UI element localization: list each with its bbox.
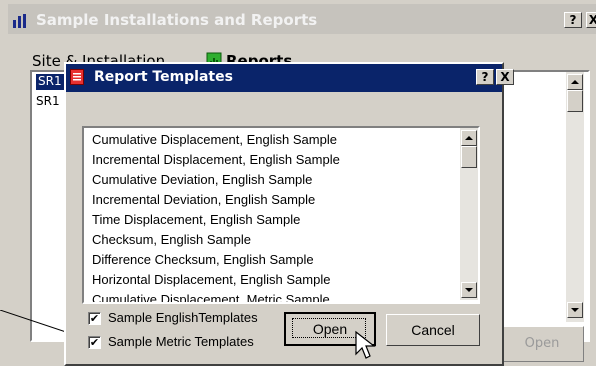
english-templates-checkbox[interactable]: ✔	[88, 312, 101, 325]
list-item[interactable]: Time Displacement, English Sample	[92, 212, 300, 227]
dialog-help-button[interactable]: ?	[476, 69, 494, 85]
scroll-up-button[interactable]	[567, 74, 583, 90]
back-help-button[interactable]: ?	[564, 12, 582, 28]
mouse-cursor-icon	[355, 330, 376, 359]
arrow-down-icon	[465, 288, 473, 292]
bar-chart-icon	[13, 14, 26, 28]
list-item[interactable]: Checksum, English Sample	[92, 232, 251, 247]
dialog-close-button[interactable]: X	[496, 69, 514, 85]
list-item[interactable]: Difference Checksum, English Sample	[92, 252, 314, 267]
template-list[interactable]: Cumulative Displacement, English Sample …	[82, 126, 480, 304]
list-item[interactable]: SR1	[36, 94, 60, 108]
back-window-title: Sample Installations and Reports	[36, 11, 318, 29]
list-item[interactable]: Incremental Deviation, English Sample	[92, 192, 315, 207]
english-templates-label[interactable]: Sample EnglishTemplates	[108, 310, 258, 325]
list-item[interactable]: Incremental Displacement, English Sample	[92, 152, 340, 167]
list-item[interactable]: Cumulative Deviation, English Sample	[92, 172, 312, 187]
back-close-button[interactable]: X	[586, 12, 596, 28]
arrow-up-icon	[571, 80, 579, 84]
list-item[interactable]: Cumulative Displacement, Metric Sample	[92, 292, 330, 302]
scroll-thumb[interactable]	[461, 146, 477, 168]
metric-templates-label[interactable]: Sample Metric Templates	[108, 334, 254, 349]
scroll-down-button[interactable]	[461, 282, 477, 298]
arrow-down-icon	[571, 308, 579, 312]
dialog-titlebar: Report Templates	[66, 64, 502, 92]
metric-templates-checkbox[interactable]: ✔	[88, 336, 101, 349]
cancel-button[interactable]: Cancel	[386, 314, 480, 346]
scroll-up-button[interactable]	[461, 130, 477, 146]
list-item[interactable]: Horizontal Displacement, English Sample	[92, 272, 330, 287]
arrow-up-icon	[465, 136, 473, 140]
dialog-title: Report Templates	[94, 69, 233, 85]
report-template-icon	[70, 69, 84, 85]
list-item[interactable]: Cumulative Displacement, English Sample	[92, 132, 337, 147]
scroll-thumb[interactable]	[567, 90, 583, 112]
back-open-button: Open	[500, 326, 584, 362]
scroll-down-button[interactable]	[567, 302, 583, 318]
back-window-titlebar: Sample Installations and Reports	[8, 4, 596, 34]
